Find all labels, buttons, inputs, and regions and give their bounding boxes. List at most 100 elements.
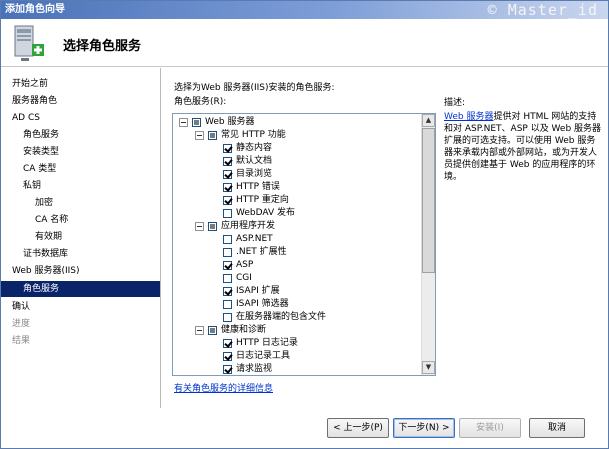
previous-button[interactable]: < 上一步(P) [327, 418, 389, 438]
tree-node-aspnet[interactable]: ASP.NET [173, 233, 413, 246]
tree-label: Web 服务器 [205, 117, 255, 127]
tree-label: 日志记录工具 [236, 351, 291, 361]
tree-node-webdav[interactable]: WebDAV 发布 [173, 207, 413, 220]
tree-node-static-content[interactable]: 静态内容 [173, 142, 413, 155]
tree-label: 在服务器端的包含文件 [236, 312, 327, 322]
page-title: 选择角色服务 [63, 39, 142, 54]
tree-node-server-side-includes[interactable]: 在服务器端的包含文件 [173, 311, 413, 324]
checkbox-isapi-filters[interactable] [223, 300, 232, 309]
checkbox-http-redirection[interactable] [223, 196, 232, 205]
tree-label: HTTP 日志记录 [236, 338, 298, 348]
collapse-icon[interactable] [195, 131, 204, 140]
checkbox-directory-browsing[interactable] [223, 170, 232, 179]
wizard-footer: < 上一步(P) 下一步(N) > 安装(I) 取消 [1, 408, 608, 448]
checkbox-logging-tools[interactable] [223, 352, 232, 361]
step-ca-type[interactable]: CA 类型 [23, 161, 56, 177]
tree-label: ISAPI 扩展 [236, 286, 280, 296]
more-info-link[interactable]: 有关角色服务的详细信息 [174, 381, 273, 394]
step-ca-name[interactable]: CA 名称 [35, 212, 68, 228]
tree-node-cgi[interactable]: CGI [173, 272, 413, 285]
tree-label: ISAPI 筛选器 [236, 299, 289, 309]
tree-node-web-server[interactable]: Web 服务器 [173, 116, 413, 129]
checkbox-webdav[interactable] [223, 209, 232, 218]
intro-text: 选择为Web 服务器(IIS)安装的角色服务: [174, 83, 335, 93]
scroll-down-icon[interactable]: ▼ [422, 361, 435, 374]
watermark: © Master_id [487, 1, 598, 19]
tree-node-isapi-filters[interactable]: ISAPI 筛选器 [173, 298, 413, 311]
tree-node-app-development[interactable]: 应用程序开发 [173, 220, 413, 233]
tree-node-asp[interactable]: ASP [173, 259, 413, 272]
description-title: 描述: [444, 98, 466, 108]
tree-node-http-redirection[interactable]: HTTP 重定向 [173, 194, 413, 207]
tree-node-isapi-extensions[interactable]: ISAPI 扩展 [173, 285, 413, 298]
checkbox-app-development[interactable] [208, 222, 217, 231]
step-progress: 进度 [12, 319, 31, 329]
tree-node-http-logging[interactable]: HTTP 日志记录 [173, 337, 413, 350]
collapse-icon[interactable] [195, 222, 204, 231]
role-services-tree[interactable]: Web 服务器 常见 HTTP 功能 静态内容 默认文档 目录浏览 HTTP 错… [172, 113, 436, 376]
tree-node-http-errors[interactable]: HTTP 错误 [173, 181, 413, 194]
step-private-key[interactable]: 私钥 [23, 178, 41, 194]
step-iis-role-services[interactable]: 角色服务 [1, 281, 160, 297]
step-ad-cs[interactable]: AD CS [12, 110, 40, 126]
cancel-button[interactable]: 取消 [529, 418, 585, 438]
step-setup-type[interactable]: 安装类型 [23, 144, 59, 160]
step-before-you-begin[interactable]: 开始之前 [12, 76, 48, 92]
checkbox-server-side-includes[interactable] [223, 313, 232, 322]
checkbox-request-monitor[interactable] [223, 365, 232, 374]
scroll-up-icon[interactable]: ▲ [422, 114, 435, 127]
step-validity-period[interactable]: 有效期 [35, 229, 62, 245]
step-server-roles[interactable]: 服务器角色 [12, 93, 57, 109]
tree-label: 请求监视 [236, 364, 273, 374]
checkbox-http-errors[interactable] [223, 183, 232, 192]
step-certificate-database[interactable]: 证书数据库 [23, 246, 68, 262]
step-results: 结果 [12, 336, 31, 346]
checkbox-aspnet[interactable] [223, 235, 232, 244]
checkbox-static-content[interactable] [223, 144, 232, 153]
tree-label: 目录浏览 [236, 169, 273, 179]
checkbox-net-extensibility[interactable] [223, 248, 232, 257]
web-server-link[interactable]: Web 服务器 [444, 112, 493, 122]
tree-scrollbar[interactable]: ▲ ▼ [421, 114, 435, 375]
checkbox-health-diagnostics[interactable] [208, 326, 217, 335]
tree-label: 应用程序开发 [221, 221, 276, 231]
tree-label: 常见 HTTP 功能 [221, 130, 286, 140]
tree-node-directory-browsing[interactable]: 目录浏览 [173, 168, 413, 181]
checkbox-web-server[interactable] [192, 118, 201, 127]
checkbox-common-http[interactable] [208, 131, 217, 140]
wizard-header: 选择角色服务 [1, 19, 608, 67]
collapse-icon[interactable] [195, 326, 204, 335]
tree-label: HTTP 错误 [236, 182, 280, 192]
checkbox-isapi-extensions[interactable] [223, 287, 232, 296]
checkbox-default-document[interactable] [223, 157, 232, 166]
tree-label: .NET 扩展性 [236, 247, 287, 257]
tree-node-logging-tools[interactable]: 日志记录工具 [173, 350, 413, 363]
step-cryptography[interactable]: 加密 [35, 195, 53, 211]
tree-node-net-extensibility[interactable]: .NET 扩展性 [173, 246, 413, 259]
checkbox-cgi[interactable] [223, 274, 232, 283]
description-body: Web 服务器提供对 HTML 网站的支持和对 ASP.NET、ASP 以及 W… [444, 111, 602, 183]
wizard-steps-nav: 开始之前 服务器角色 AD CS 角色服务 安装类型 CA 类型 私钥 加密 C… [1, 68, 161, 448]
add-roles-wizard-window: 添加角色向导 © Master_id 选择角色服务 开始之前 服务器角色 AD … [0, 0, 609, 449]
install-button[interactable]: 安装(I) [459, 418, 521, 438]
tree-node-default-document[interactable]: 默认文档 [173, 155, 413, 168]
step-web-server-iis[interactable]: Web 服务器(IIS) [12, 263, 80, 279]
step-adcs-role-services[interactable]: 角色服务 [23, 127, 59, 143]
tree-label: HTTP 重定向 [236, 195, 289, 205]
step-confirmation[interactable]: 确认 [12, 299, 30, 315]
scroll-thumb[interactable] [422, 128, 435, 273]
next-button[interactable]: 下一步(N) > [393, 418, 455, 438]
main-content: 选择为Web 服务器(IIS)安装的角色服务: 角色服务(R): Web 服务器… [162, 68, 608, 408]
checkbox-asp[interactable] [223, 261, 232, 270]
tree-node-common-http[interactable]: 常见 HTTP 功能 [173, 129, 413, 142]
checkbox-http-logging[interactable] [223, 339, 232, 348]
description-text: 提供对 HTML 网站的支持和对 ASP.NET、ASP 以及 Web 服务器扩… [444, 112, 602, 182]
tree-label: ASP [236, 260, 254, 270]
tree-node-request-monitor[interactable]: 请求监视 [173, 363, 413, 375]
collapse-icon[interactable] [179, 118, 188, 127]
tree-label: WebDAV 发布 [236, 208, 295, 218]
tree-node-health-diagnostics[interactable]: 健康和诊断 [173, 324, 413, 337]
tree-label: 默认文档 [236, 156, 273, 166]
tree-label: 健康和诊断 [221, 325, 267, 335]
role-services-label: 角色服务(R): [174, 97, 227, 107]
